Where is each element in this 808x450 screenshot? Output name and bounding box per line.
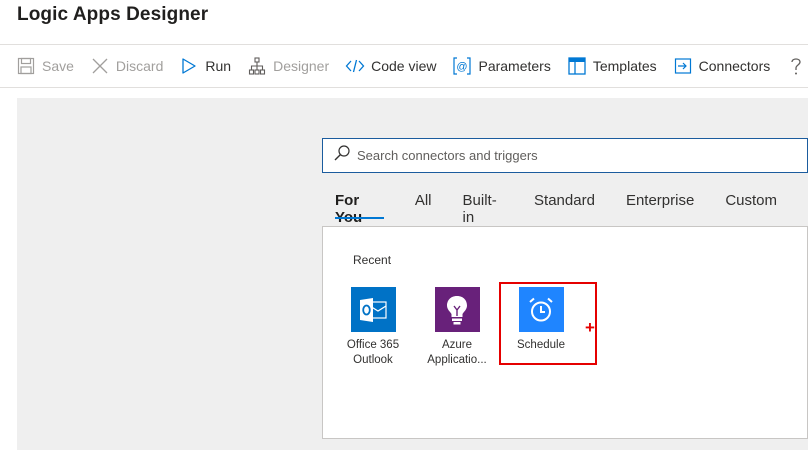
tab-for-you[interactable]: For You: [335, 173, 384, 226]
parameters-button[interactable]: @ Parameters: [452, 45, 551, 87]
connector-tile-office-365-outlook[interactable]: Office 365 Outlook: [331, 287, 415, 368]
code-icon: [345, 56, 365, 76]
templates-label: Templates: [592, 58, 657, 74]
tile-label: Azure Applicatio...: [427, 339, 487, 366]
search-box[interactable]: [322, 138, 808, 173]
tile-label: Office 365 Outlook: [346, 339, 400, 366]
designer-button[interactable]: Designer: [247, 45, 329, 87]
parameters-label: Parameters: [478, 58, 551, 74]
designer-label: Designer: [273, 58, 330, 74]
play-icon: [179, 56, 199, 76]
selection-highlight-box: [499, 282, 597, 365]
connectors-icon: [673, 56, 693, 76]
run-button[interactable]: Run: [179, 45, 231, 87]
templates-button[interactable]: Templates: [567, 45, 657, 87]
help-button[interactable]: [786, 45, 806, 87]
connectors-label: Connectors: [698, 58, 771, 74]
tab-all[interactable]: All: [415, 173, 432, 225]
connector-tile-azure-application-insights[interactable]: Azure Applicatio...: [415, 287, 499, 368]
templates-icon: [567, 56, 587, 76]
toolbar: Save Discard Run Designer Code view @ Pa…: [0, 44, 808, 88]
search-icon: [333, 144, 351, 167]
search-input[interactable]: [357, 148, 777, 163]
discard-button[interactable]: Discard: [90, 45, 163, 87]
hierarchy-icon: [247, 56, 267, 76]
save-label: Save: [42, 58, 74, 74]
close-icon: [90, 56, 110, 76]
parameters-icon: @: [452, 56, 472, 76]
tab-enterprise[interactable]: Enterprise: [626, 173, 694, 225]
tab-custom[interactable]: Custom: [725, 173, 777, 225]
recent-section-label: Recent: [353, 253, 392, 267]
lightbulb-icon: [434, 287, 480, 332]
connectors-button[interactable]: Connectors: [673, 45, 771, 87]
outlook-icon: [350, 287, 396, 332]
svg-text:@: @: [457, 61, 468, 73]
discard-label: Discard: [115, 58, 164, 74]
run-label: Run: [205, 58, 232, 74]
app-title: Logic Apps Designer: [17, 4, 209, 25]
category-tabs: For You All Built-in Standard Enterprise…: [322, 173, 808, 226]
code-view-label: Code view: [371, 58, 437, 74]
add-trigger-panel: For You All Built-in Standard Enterprise…: [322, 138, 808, 450]
plus-marker: +: [585, 318, 595, 337]
save-button[interactable]: Save: [16, 45, 74, 87]
results-pane: Recent Office 365 Outlook Azure Applicat…: [322, 226, 808, 439]
tab-built-in[interactable]: Built-in: [463, 173, 504, 226]
save-icon: [16, 56, 36, 76]
question-mark-icon: [786, 56, 806, 76]
code-view-button[interactable]: Code view: [345, 45, 436, 87]
tab-standard[interactable]: Standard: [534, 173, 595, 225]
